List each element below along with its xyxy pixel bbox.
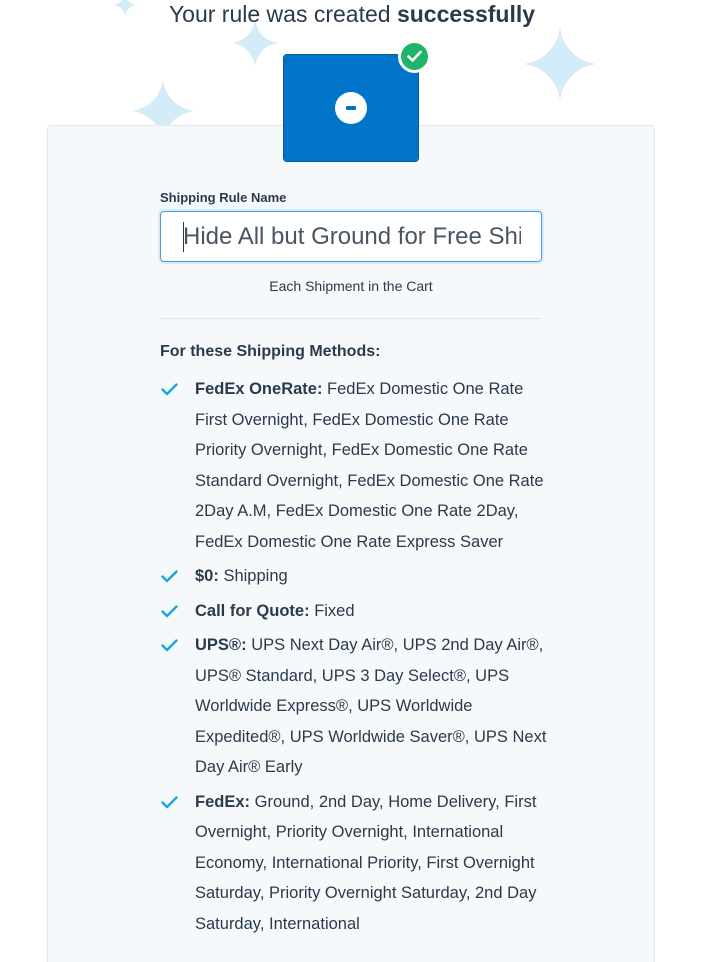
checkmark-icon [161, 383, 178, 396]
list-item: FedEx: Ground, 2nd Day, Home Delivery, F… [160, 787, 550, 940]
shipping-methods-heading: For these Shipping Methods: [160, 343, 381, 360]
checkmark-icon [161, 570, 178, 583]
checkmark-icon [161, 604, 178, 617]
list-item: $0: Shipping [160, 561, 550, 592]
method-detail: UPS Next Day Air®, UPS 2nd Day Air®, UPS… [195, 636, 547, 776]
list-item: Call for Quote: Fixed [160, 596, 550, 627]
list-item: FedEx OneRate: FedEx Domestic One Rate F… [160, 374, 550, 557]
method-detail: FedEx Domestic One Rate First Overnight,… [195, 380, 544, 551]
method-name: Call for Quote: [195, 601, 310, 620]
method-name: UPS®: [195, 636, 247, 654]
sparkle-icon [524, 28, 596, 100]
shipping-rule-name-label: Shipping Rule Name [160, 190, 287, 205]
method-name: FedEx: [195, 792, 251, 811]
section-divider [160, 318, 542, 319]
checkmark-icon [161, 795, 178, 808]
text-caret [183, 222, 184, 252]
list-item: UPS®: UPS Next Day Air®, UPS 2nd Day Air… [160, 630, 550, 783]
minus-circle-icon [335, 92, 367, 124]
shipping-rule-name-input[interactable] [160, 211, 542, 262]
method-detail: Fixed [314, 601, 355, 620]
shipping-methods-list: FedEx OneRate: FedEx Domestic One Rate F… [160, 374, 550, 943]
checkmark-icon [161, 639, 178, 652]
page-title: Your rule was created successfully [0, 0, 704, 28]
method-name: $0: [195, 567, 219, 585]
method-name: FedEx OneRate: [195, 380, 323, 398]
headline-emphasis: successfully [396, 1, 536, 27]
headline-prefix: Your rule was created [168, 1, 391, 27]
check-circle-icon [398, 40, 431, 73]
rule-type-tile [283, 54, 419, 162]
rule-scope-text: Each Shipment in the Cart [269, 278, 433, 294]
method-detail: Ground, 2nd Day, Home Delivery, First Ov… [195, 792, 537, 933]
method-detail: Shipping [223, 567, 288, 585]
